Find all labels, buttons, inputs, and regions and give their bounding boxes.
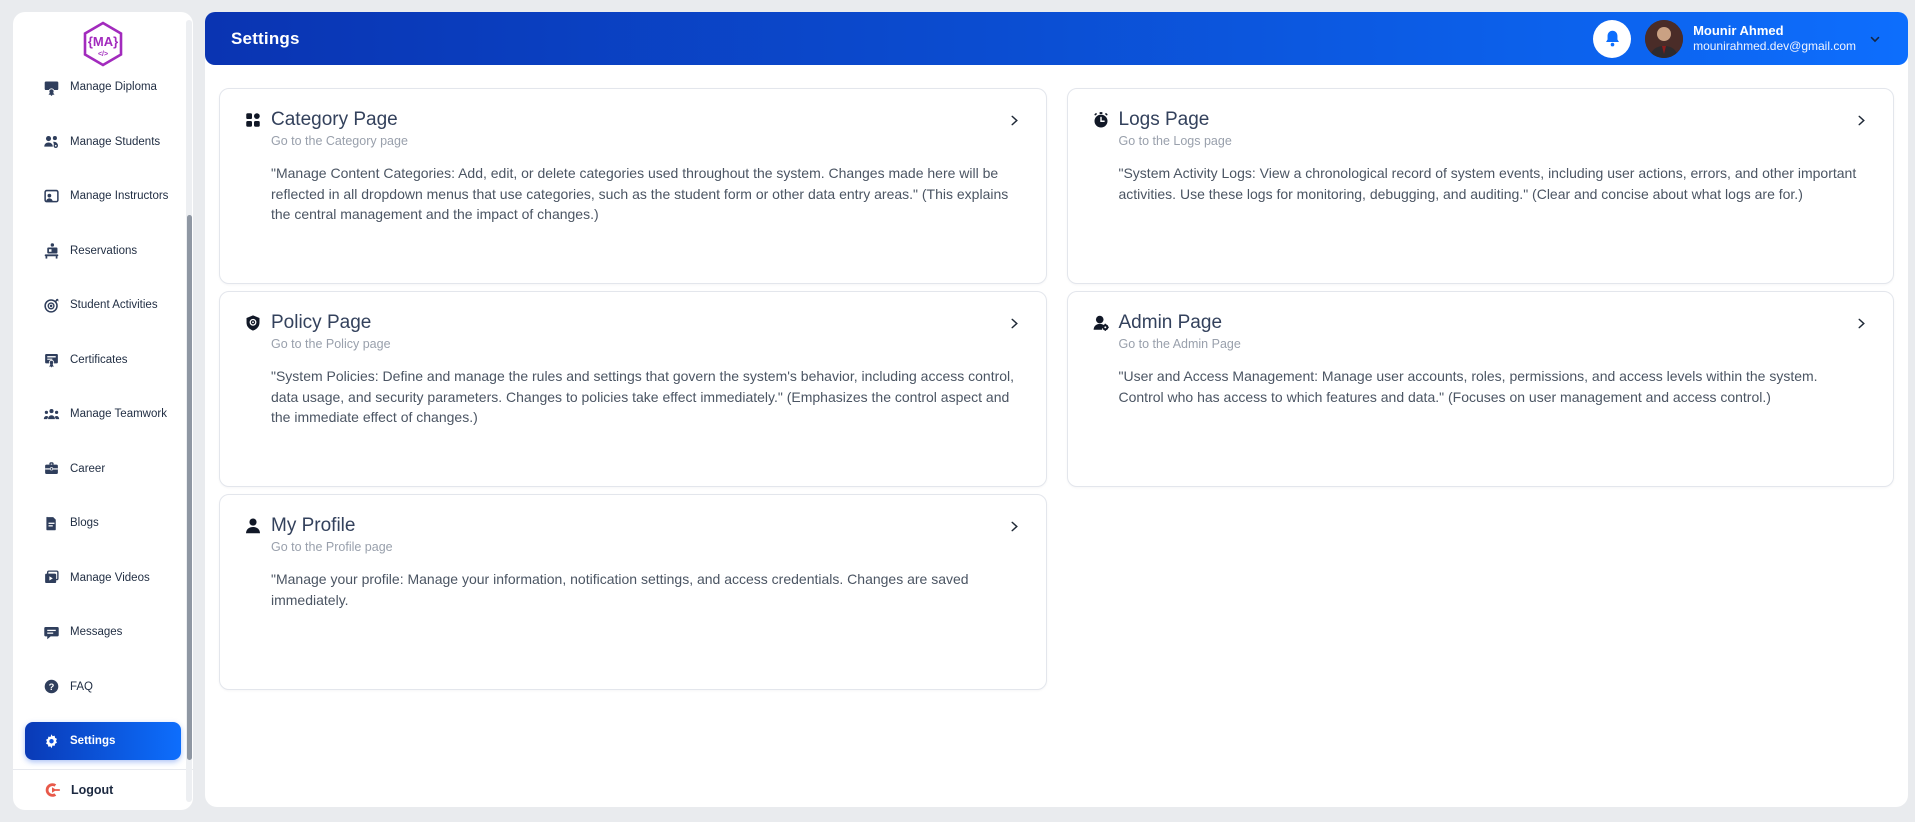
top-header: Settings Mounir Ahmed mounirahmed.dev@gm… bbox=[205, 12, 1908, 65]
chevron-right-icon[interactable] bbox=[1007, 316, 1022, 331]
sidebar-scrollbar-thumb[interactable] bbox=[187, 215, 192, 760]
blog-icon bbox=[43, 515, 60, 532]
card-header: Policy Page bbox=[244, 312, 1022, 334]
chevron-right-icon[interactable] bbox=[1007, 113, 1022, 128]
chevron-right-icon[interactable] bbox=[1854, 316, 1869, 331]
card-description: "System Activity Logs: View a chronologi… bbox=[1119, 163, 1866, 204]
svg-text:{MA}: {MA} bbox=[88, 34, 118, 49]
sidebar-item-label: Manage Teamwork bbox=[70, 408, 167, 420]
settings-active-button[interactable]: Settings bbox=[25, 722, 181, 760]
card-subtitle: Go to the Profile page bbox=[271, 540, 1022, 554]
card-subtitle: Go to the Policy page bbox=[271, 337, 1022, 351]
sidebar-item-manage-videos[interactable]: Manage Videos bbox=[13, 551, 193, 606]
header-actions: Mounir Ahmed mounirahmed.dev@gmail.com bbox=[1593, 20, 1882, 58]
user-email: mounirahmed.dev@gmail.com bbox=[1693, 39, 1856, 54]
video-icon bbox=[43, 569, 60, 586]
logout-icon bbox=[43, 781, 61, 799]
card-description: "User and Access Management: Manage user… bbox=[1119, 366, 1866, 407]
card-header: Admin Page bbox=[1092, 312, 1870, 334]
card-my-profile[interactable]: My Profile Go to the Profile page "Manag… bbox=[219, 494, 1047, 690]
sidebar-item-label: FAQ bbox=[70, 681, 93, 693]
card-title: Logs Page bbox=[1119, 109, 1210, 131]
notifications-button[interactable] bbox=[1593, 20, 1631, 58]
sidebar-item-messages[interactable]: Messages bbox=[13, 605, 193, 660]
sidebar: {MA} </> Manage Diploma Manage Students … bbox=[13, 12, 193, 810]
app-logo: {MA} </> bbox=[13, 12, 193, 60]
svg-text:?: ? bbox=[49, 682, 55, 692]
user-menu[interactable]: Mounir Ahmed mounirahmed.dev@gmail.com bbox=[1645, 20, 1882, 58]
person-icon bbox=[244, 517, 262, 535]
sidebar-item-reservations[interactable]: Reservations bbox=[13, 224, 193, 279]
sidebar-item-label: Messages bbox=[70, 626, 122, 638]
gear-icon bbox=[43, 733, 60, 750]
card-logs-page[interactable]: Logs Page Go to the Logs page "System Ac… bbox=[1067, 88, 1895, 284]
card-title: Admin Page bbox=[1119, 312, 1223, 334]
sidebar-item-label: Manage Diploma bbox=[70, 81, 157, 93]
card-subtitle: Go to the Category page bbox=[271, 134, 1022, 148]
sidebar-item-manage-students[interactable]: Manage Students bbox=[13, 115, 193, 170]
admin-icon bbox=[1092, 314, 1110, 332]
logout-button[interactable]: Logout bbox=[13, 769, 193, 811]
sidebar-item-label: Settings bbox=[70, 735, 115, 747]
card-category-page[interactable]: Category Page Go to the Category page "M… bbox=[219, 88, 1047, 284]
sidebar-item-certificates[interactable]: Certificates bbox=[13, 333, 193, 388]
card-description: "Manage your profile: Manage your inform… bbox=[271, 569, 1018, 610]
chevron-down-icon bbox=[1868, 32, 1882, 46]
logout-label: Logout bbox=[71, 783, 113, 797]
card-description: "System Policies: Define and manage the … bbox=[271, 366, 1018, 428]
svg-text:</>: </> bbox=[98, 51, 108, 58]
main-panel: Settings Mounir Ahmed mounirahmed.dev@gm… bbox=[205, 12, 1908, 807]
user-name: Mounir Ahmed bbox=[1693, 23, 1856, 39]
students-icon bbox=[43, 133, 60, 150]
diploma-icon bbox=[43, 79, 60, 96]
sidebar-item-label: Certificates bbox=[70, 354, 128, 366]
sidebar-item-label: Blogs bbox=[70, 517, 99, 529]
sidebar-item-settings[interactable]: Settings bbox=[13, 714, 193, 769]
instructor-icon bbox=[43, 188, 60, 205]
card-policy-page[interactable]: Policy Page Go to the Policy page "Syste… bbox=[219, 291, 1047, 487]
user-info: Mounir Ahmed mounirahmed.dev@gmail.com bbox=[1693, 23, 1856, 54]
sidebar-item-manage-diploma[interactable]: Manage Diploma bbox=[13, 60, 193, 115]
sidebar-item-manage-teamwork[interactable]: Manage Teamwork bbox=[13, 387, 193, 442]
sidebar-item-blogs[interactable]: Blogs bbox=[13, 496, 193, 551]
reservations-icon bbox=[43, 242, 60, 259]
question-icon: ? bbox=[43, 678, 60, 695]
briefcase-icon bbox=[43, 460, 60, 477]
sidebar-item-label: Reservations bbox=[70, 245, 137, 257]
card-admin-page[interactable]: Admin Page Go to the Admin Page "User an… bbox=[1067, 291, 1895, 487]
sidebar-item-label: Career bbox=[70, 463, 105, 475]
sidebar-item-career[interactable]: Career bbox=[13, 442, 193, 497]
sidebar-item-student-activities[interactable]: Student Activities bbox=[13, 278, 193, 333]
sidebar-item-label: Student Activities bbox=[70, 299, 158, 311]
sidebar-menu: Manage Diploma Manage Students Manage In… bbox=[13, 60, 193, 769]
sidebar-item-faq[interactable]: ? FAQ bbox=[13, 660, 193, 715]
bell-icon bbox=[1603, 29, 1622, 48]
certificate-icon bbox=[43, 351, 60, 368]
card-title: Policy Page bbox=[271, 312, 371, 334]
chevron-right-icon[interactable] bbox=[1854, 113, 1869, 128]
sidebar-item-label: Manage Students bbox=[70, 136, 160, 148]
teamwork-icon bbox=[43, 406, 60, 423]
clock-icon bbox=[1092, 111, 1110, 129]
settings-cards-grid: Category Page Go to the Category page "M… bbox=[205, 65, 1908, 690]
card-header: Logs Page bbox=[1092, 109, 1870, 131]
card-header: My Profile bbox=[244, 515, 1022, 537]
shield-icon bbox=[244, 314, 262, 332]
card-title: My Profile bbox=[271, 515, 355, 537]
page-title: Settings bbox=[231, 29, 300, 49]
card-header: Category Page bbox=[244, 109, 1022, 131]
sidebar-item-label: Manage Videos bbox=[70, 572, 150, 584]
card-subtitle: Go to the Admin Page bbox=[1119, 337, 1870, 351]
chevron-right-icon[interactable] bbox=[1007, 519, 1022, 534]
target-icon bbox=[43, 297, 60, 314]
message-icon bbox=[43, 624, 60, 641]
avatar bbox=[1645, 20, 1683, 58]
sidebar-item-manage-instructors[interactable]: Manage Instructors bbox=[13, 169, 193, 224]
card-subtitle: Go to the Logs page bbox=[1119, 134, 1870, 148]
sidebar-item-label: Manage Instructors bbox=[70, 190, 168, 202]
card-title: Category Page bbox=[271, 109, 398, 131]
category-icon bbox=[244, 111, 262, 129]
card-description: "Manage Content Categories: Add, edit, o… bbox=[271, 163, 1018, 225]
